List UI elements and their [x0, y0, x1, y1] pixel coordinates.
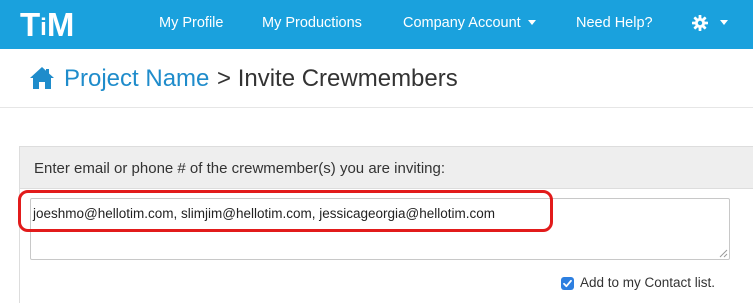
tim-logo[interactable]: TiM — [20, 7, 74, 43]
nav-company-account[interactable]: Company Account — [403, 0, 536, 49]
chevron-down-icon — [527, 19, 536, 25]
invite-panel-header: Enter email or phone # of the crewmember… — [20, 147, 753, 189]
emails-textarea-value: joeshmo@hellotim.com, slimjim@hellotim.c… — [33, 206, 495, 221]
breadcrumb-separator: > — [217, 65, 232, 92]
nav-company-account-label: Company Account — [403, 15, 521, 31]
nav-my-profile[interactable]: My Profile — [159, 0, 223, 49]
add-to-contacts-checkbox[interactable] — [561, 277, 574, 290]
add-to-contacts-label[interactable]: Add to my Contact list. — [580, 275, 715, 290]
home-icon[interactable] — [29, 66, 55, 90]
invite-instruction: Enter email or phone # of the crewmember… — [34, 160, 446, 177]
settings-dropdown-toggle[interactable] — [713, 14, 728, 34]
checkmark-icon — [563, 279, 572, 288]
breadcrumb-project-link[interactable]: Project Name — [64, 64, 209, 94]
page-title-text: Invite Crewmembers — [237, 65, 458, 92]
page-title: > Invite Crewmembers — [217, 64, 458, 94]
nav-my-productions[interactable]: My Productions — [262, 0, 362, 49]
nav-need-help[interactable]: Need Help? — [576, 0, 653, 49]
gear-icon[interactable] — [692, 15, 708, 31]
top-navbar: TiM My Profile My Productions Company Ac… — [0, 0, 753, 49]
chevron-down-icon — [720, 20, 728, 26]
resize-grip-icon[interactable] — [718, 248, 728, 258]
